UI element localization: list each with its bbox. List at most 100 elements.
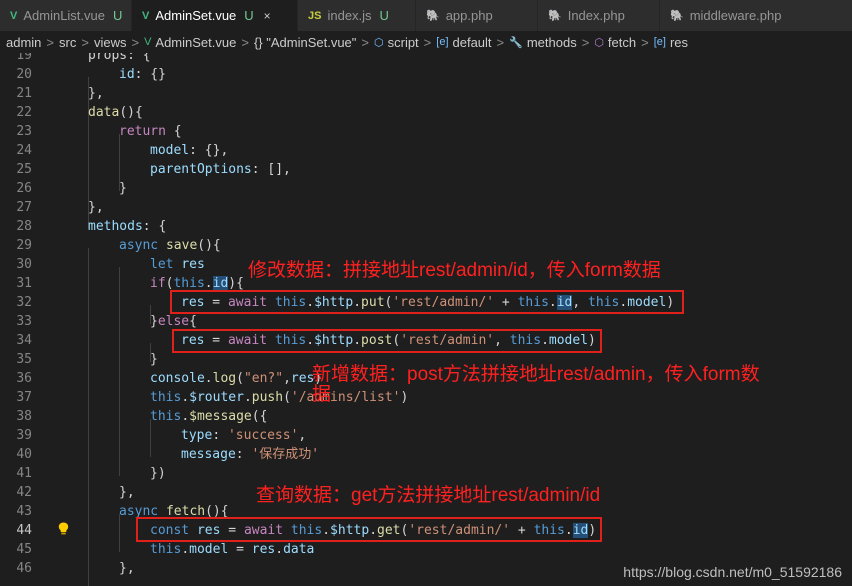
code-text: type: 'success', [181,426,306,445]
token: this [150,390,182,405]
line-number: 31 [16,276,32,291]
line-number: 25 [16,162,32,177]
breadcrumb-item-src[interactable]: src [59,35,76,50]
untracked-badge: U [379,8,389,23]
line-number: 34 [16,333,32,348]
code-text: this.$message({ [150,407,267,426]
token: ( [236,371,244,386]
variable-icon: [e] [436,36,449,48]
chevron-right-icon: > [131,34,140,50]
line-number: 22 [16,105,32,120]
token: : [235,447,252,462]
chevron-right-icon: > [581,34,590,50]
token: if [150,276,166,291]
breadcrumb-item-fetch[interactable]: fetch [608,35,636,50]
token: . [204,371,213,386]
line-number: 26 [16,181,32,196]
token: : {}, [189,143,229,158]
code-text: id: {} [119,65,166,84]
line-number: 28 [16,219,32,234]
breadcrumb-item-views[interactable]: views [94,35,127,50]
code-text: }, [119,561,135,576]
breadcrumb-item-component[interactable]: {} "AdminSet.vue" [254,35,356,50]
token: . [275,542,284,557]
code-line: return { [0,122,852,141]
line-number: 19 [16,53,32,63]
line-number: 44 [16,523,32,538]
highlight-box-put [170,290,684,314]
lightbulb-icon[interactable] [58,522,69,535]
annotation-line: 新增数据：post方法拼接地址rest/admin，传入form数 [312,364,760,385]
code-line: } [0,179,852,198]
token: : {} [134,67,166,82]
cube-icon: ⬡ [374,36,384,49]
token: async [119,238,159,253]
line-number: 32 [16,295,32,310]
line-number: 23 [16,124,32,139]
annotation-line: 据 [312,384,332,405]
tab-adminlist-vue[interactable]: V AdminList.vue U [0,0,132,31]
token: $router [189,390,244,405]
token: , [298,428,307,443]
code-text: methods: { [88,217,166,236]
annotation-add-data: 新增数据：post方法拼接地址rest/admin，传入form数 据 [312,363,760,406]
line-number: 42 [16,485,32,500]
token: this [173,276,205,291]
line-number: 33 [16,314,32,329]
tab-index-php[interactable]: 🐘 Index.php [538,0,660,31]
token: this [150,409,182,424]
line-number: 43 [16,504,32,519]
chevron-right-icon: > [496,34,505,50]
code-text: }, [119,485,135,500]
breadcrumb-item-methods[interactable]: methods [527,35,577,50]
code-line: message: '保存成功' [0,445,852,464]
line-number: 27 [16,200,32,215]
code-text: } [119,181,127,196]
line-number: 35 [16,352,32,367]
close-icon[interactable]: × [264,9,271,23]
token: else [157,314,190,329]
line-number: 46 [16,561,32,576]
token: . [181,390,190,405]
variable-icon: [e] [653,36,666,48]
chevron-right-icon: > [361,34,369,50]
highlight-box-post [172,329,602,353]
tab-adminset-vue[interactable]: V AdminSet.vue U × [132,0,298,31]
token: (){ [119,105,143,120]
tab-index-js[interactable]: JS index.js U [298,0,416,31]
token: return [119,124,166,139]
token: res [181,257,205,272]
token: : [212,428,228,443]
code-text: this.model = res.data [150,540,314,559]
token: id [212,276,229,291]
tab-app-php[interactable]: 🐘 app.php [416,0,538,31]
code-text: }, [88,86,104,101]
token: parentOptions [150,162,252,177]
code-editor[interactable]: props: { id: {} }, data(){ return { mode… [0,53,852,586]
token: type [181,428,213,443]
code-text: props: { [88,53,151,63]
token: . [181,542,190,557]
tab-label: Index.php [567,8,625,23]
tab-middleware-php[interactable]: 🐘 middleware.php [660,0,852,31]
token: this [150,542,182,557]
token: log [212,371,237,386]
code-line: data(){ [0,103,852,122]
breadcrumb-item-file[interactable]: AdminSet.vue [155,35,236,50]
token: . [243,390,252,405]
token: ({ [251,409,268,424]
line-number: 24 [16,143,32,158]
token: push [251,390,284,405]
code-line: model: {}, [0,141,852,160]
chevron-right-icon: > [641,34,649,50]
breadcrumb-item-res[interactable]: res [670,35,688,50]
token: data [88,105,120,120]
php-file-icon: 🐘 [670,10,684,22]
breadcrumb-item-script[interactable]: script [388,35,419,50]
breadcrumb-item-default[interactable]: default [453,35,492,50]
code-text: }) [150,466,166,481]
code-line: props: { [0,53,852,65]
breadcrumb-item-admin[interactable]: admin [6,35,41,50]
line-number: 38 [16,409,32,424]
token: '保存成功' [251,447,320,462]
